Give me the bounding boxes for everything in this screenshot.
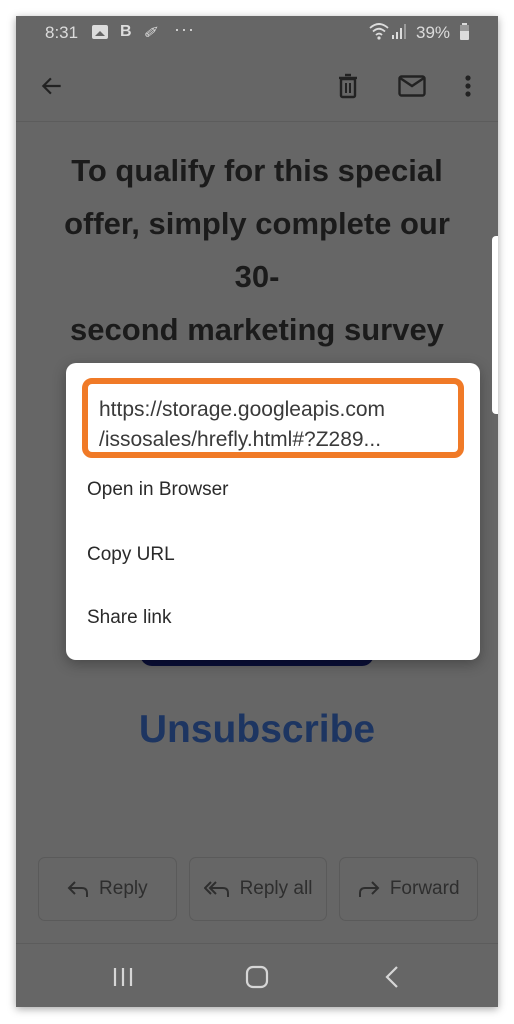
system-nav-bar [16, 943, 498, 1007]
menu-item-open-in-browser[interactable]: Open in Browser [66, 458, 480, 522]
reply-label: Reply [99, 878, 148, 899]
menu-item-share-link[interactable]: Share link [66, 586, 480, 650]
status-bar: 8:31 B ✐ ··· 39% [16, 16, 498, 50]
reply-all-icon [203, 881, 229, 897]
more-vert-icon [465, 75, 471, 97]
url-line: /issosales/hrefly.html#?Z289... [99, 428, 382, 451]
delete-icon [339, 73, 357, 99]
more-options-button[interactable] [452, 70, 484, 102]
headline-line: offer, simply complete our [64, 206, 450, 241]
reply-all-label: Reply all [239, 878, 313, 899]
unsubscribe-link[interactable]: Unsubscribe [16, 708, 498, 752]
link-context-dialog: https://storage.googleapis.com /issosale… [66, 363, 480, 660]
b-icon: B [120, 23, 132, 40]
wifi-icon [369, 22, 389, 45]
url-line: https://storage.googleapis.com [99, 398, 386, 421]
headline-line: To qualify for this special [71, 153, 443, 188]
more-notifications-icon: ··· [174, 19, 195, 39]
scrollbar-thumb[interactable] [492, 236, 498, 414]
app-bar [16, 50, 498, 122]
image-icon [92, 25, 108, 39]
forward-button[interactable]: Forward [339, 857, 479, 921]
pen-icon: ✐ [143, 25, 157, 42]
back-button[interactable] [36, 70, 68, 102]
recents-icon [113, 968, 133, 986]
status-time: 8:31 [45, 23, 79, 42]
home-button[interactable] [242, 962, 272, 992]
nav-back-button[interactable] [377, 962, 407, 992]
email-headline: To qualify for this special offer, simpl… [36, 144, 478, 356]
signal-icon [392, 24, 408, 44]
link-url-display[interactable]: https://storage.googleapis.com /issosale… [82, 378, 464, 458]
reply-actions: Reply Reply all Forward [38, 857, 479, 921]
menu-item-copy-url[interactable]: Copy URL [66, 523, 480, 587]
back-icon [385, 966, 398, 988]
phone-screen: 8:31 B ✐ ··· 39% To qualify for this spe… [16, 16, 498, 1007]
reply-all-button[interactable]: Reply all [188, 857, 328, 921]
delete-button[interactable] [332, 70, 364, 102]
headline-line: 30- [234, 259, 280, 294]
mark-unread-icon [398, 75, 426, 97]
home-icon [245, 965, 269, 989]
forward-icon [358, 881, 380, 897]
battery-icon [460, 23, 469, 40]
headline-line: second marketing survey [70, 312, 444, 347]
recents-button[interactable] [108, 962, 138, 992]
mark-unread-button[interactable] [396, 70, 428, 102]
battery-percent: 39% [416, 23, 451, 42]
forward-label: Forward [389, 878, 460, 899]
back-arrow-icon [41, 77, 61, 95]
reply-button[interactable]: Reply [38, 857, 177, 921]
reply-icon [67, 881, 89, 897]
